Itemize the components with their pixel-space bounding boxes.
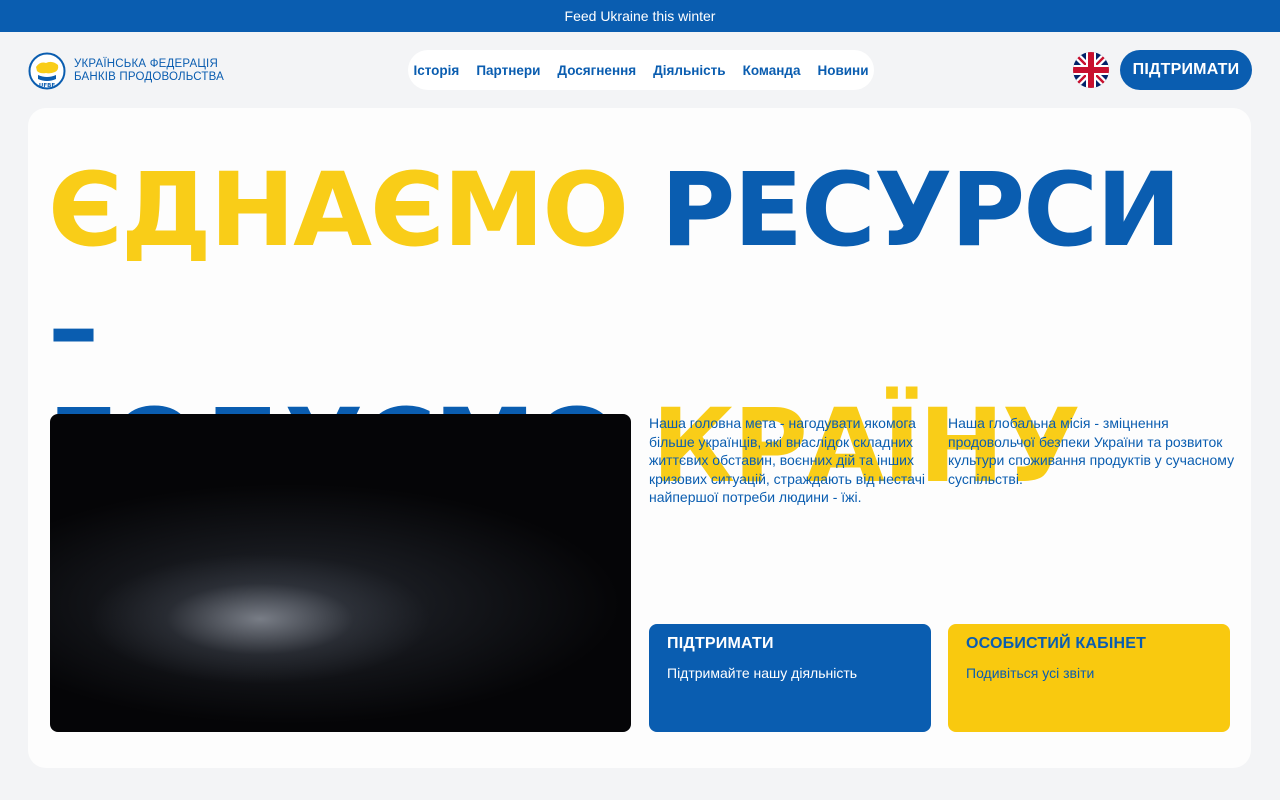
hero-video[interactable] — [50, 414, 631, 732]
nav-item-history[interactable]: Історія — [413, 63, 459, 78]
nav-item-achievements[interactable]: Досягнення — [557, 63, 636, 78]
nav-item-activities[interactable]: Діяльність — [653, 63, 725, 78]
hero-card: ЄДНАЄМО РЕСУРСИ – ГОДУЄМО КРАЇНУ Наша го… — [28, 108, 1251, 768]
language-switch[interactable] — [1073, 52, 1109, 88]
nav-item-news[interactable]: Новини — [817, 63, 868, 78]
header-support-button[interactable]: ПІДТРИМАТИ — [1120, 50, 1252, 90]
ufbf-logo-icon: UFBF — [28, 52, 66, 90]
site-header: UFBF УКРАЇНСЬКА ФЕДЕРАЦІЯ БАНКІВ ПРОДОВО… — [0, 32, 1280, 108]
support-card-title: ПІДТРИМАТИ — [667, 635, 774, 652]
hero-word-unite: ЄДНАЄМО — [48, 151, 629, 270]
support-card-subtitle: Підтримайте нашу діяльність — [667, 665, 858, 681]
announcement-text[interactable]: Feed Ukraine this winter — [565, 8, 716, 24]
personal-cabinet-title: ОСОБИСТИЙ КАБІНЕТ — [966, 635, 1147, 652]
main-nav: Історія Партнери Досягнення Діяльність К… — [408, 50, 874, 90]
logo-text: УКРАЇНСЬКА ФЕДЕРАЦІЯ БАНКІВ ПРОДОВОЛЬСТВ… — [74, 58, 224, 84]
personal-cabinet-card[interactable]: ОСОБИСТИЙ КАБІНЕТ Подивіться усі звіти — [948, 624, 1230, 732]
logo-mark-text: UFBF — [39, 83, 55, 89]
nav-item-team[interactable]: Команда — [743, 63, 801, 78]
announcement-banner[interactable]: Feed Ukraine this winter — [0, 0, 1280, 32]
logo-line-2: БАНКІВ ПРОДОВОЛЬСТВА — [74, 71, 224, 83]
uk-flag-icon — [1073, 52, 1109, 88]
logo-line-1: УКРАЇНСЬКА ФЕДЕРАЦІЯ — [74, 58, 218, 70]
mission-paragraph-goal: Наша головна мета - нагодувати якомога б… — [649, 415, 926, 505]
hero-line-1: ЄДНАЄМО РЕСУРСИ – — [48, 152, 1238, 388]
mission-paragraph-global: Наша глобальна місія - зміцнення продово… — [948, 415, 1235, 487]
personal-cabinet-subtitle: Подивіться усі звіти — [966, 665, 1095, 681]
support-card[interactable]: ПІДТРИМАТИ Підтримайте нашу діяльність — [649, 624, 931, 732]
site-logo[interactable]: UFBF УКРАЇНСЬКА ФЕДЕРАЦІЯ БАНКІВ ПРОДОВО… — [28, 52, 224, 90]
nav-item-partners[interactable]: Партнери — [476, 63, 540, 78]
